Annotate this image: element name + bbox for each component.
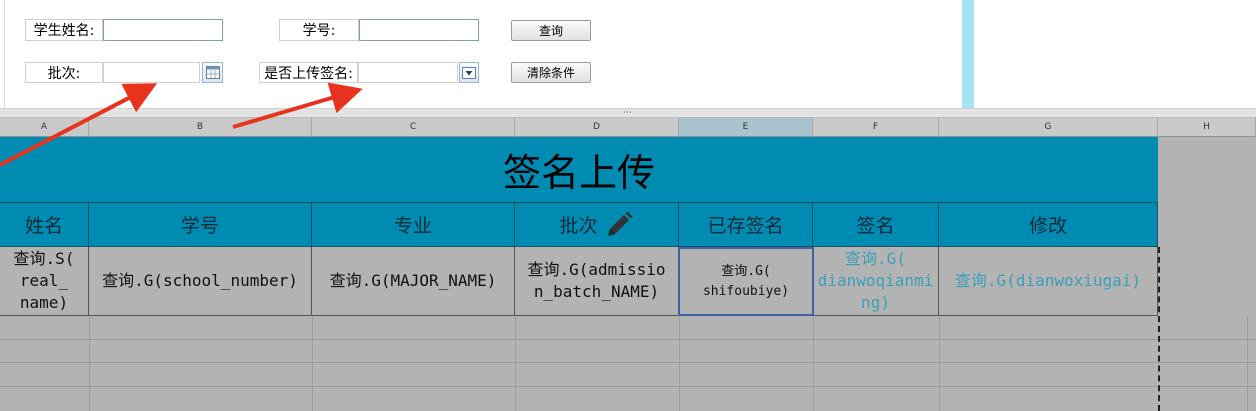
column-header-h[interactable]: H — [1158, 118, 1256, 137]
column-header-c[interactable]: C — [312, 118, 515, 137]
header-batch-label: 批次 — [559, 215, 598, 237]
student-name-label: 学生姓名: — [25, 19, 103, 41]
page-break-line — [1158, 247, 1160, 411]
cell-real-name[interactable]: 查询.S( real_ name) — [0, 247, 89, 316]
panel-divider-strip — [962, 0, 974, 108]
cell-shifoubiye-line: shifoubiye) — [702, 283, 790, 299]
col-gridline — [515, 316, 516, 411]
column-header-g[interactable]: G — [939, 118, 1158, 137]
cell-sign-link-line: dianwoqianmi — [817, 271, 934, 290]
cell-shifoubiye-line: 查询.G( — [721, 263, 771, 279]
student-id-input[interactable] — [359, 19, 479, 41]
batch-label: 批次: — [25, 62, 103, 83]
calendar-icon — [205, 66, 220, 79]
column-header-d[interactable]: D — [515, 118, 679, 137]
form-left-rule — [4, 0, 5, 108]
cell-sign-link-line: ng) — [861, 293, 890, 312]
student-id-label: 学号: — [279, 19, 359, 41]
header-saved-signature: 已存签名 — [679, 203, 813, 247]
row-gridline — [0, 362, 1256, 363]
col-gridline — [679, 316, 680, 411]
cell-real-name-line: real_ — [19, 271, 69, 290]
column-header-a[interactable]: A — [0, 118, 89, 137]
col-gridline — [939, 316, 940, 411]
column-header-e[interactable]: E — [679, 118, 813, 137]
panel-splitter[interactable]: ⋯ — [0, 108, 1256, 118]
header-student-id: 学号 — [89, 203, 312, 247]
cell-modify-link[interactable]: 查询.G(dianwoxiugai) — [939, 247, 1158, 316]
signature-uploaded-select[interactable] — [358, 62, 458, 83]
clear-conditions-button[interactable]: 清除条件 — [511, 62, 591, 83]
row-gridline — [0, 386, 1256, 387]
cell-admission-batch-line: 查询.G(admissio — [527, 260, 666, 279]
dropdown-button[interactable] — [459, 62, 479, 83]
cell-real-name-line: 查询.S( — [13, 249, 75, 268]
batch-input[interactable] — [103, 62, 200, 83]
col-gridline — [813, 316, 814, 411]
cell-school-number[interactable]: 查询.G(school_number) — [89, 247, 312, 316]
right-blank-panel — [974, 0, 1256, 108]
cell-sign-link-line: 查询.G( — [845, 249, 906, 268]
cell-admission-batch[interactable]: 查询.G(admissio n_batch_NAME) — [515, 247, 679, 316]
cell-major-name[interactable]: 查询.G(MAJOR_NAME) — [312, 247, 515, 316]
calendar-button[interactable] — [202, 62, 223, 83]
student-name-input[interactable] — [103, 19, 223, 41]
col-gridline — [1247, 316, 1248, 411]
col-gridline — [312, 316, 313, 411]
col-gridline — [89, 316, 90, 411]
header-major: 专业 — [312, 203, 515, 247]
header-name: 姓名 — [0, 203, 89, 247]
sheet-title: 签名上传 — [0, 137, 1158, 203]
cell-sign-link[interactable]: 查询.G( dianwoqianmi ng) — [813, 247, 939, 316]
header-signature: 签名 — [813, 203, 939, 247]
header-batch: 批次 — [515, 203, 679, 247]
splitter-grip[interactable]: ⋯ — [623, 108, 633, 118]
header-modify: 修改 — [939, 203, 1158, 247]
row-gridline — [0, 339, 1256, 340]
column-header-b[interactable]: B — [89, 118, 312, 137]
signature-uploaded-label: 是否上传签名: — [259, 62, 358, 83]
column-header-f[interactable]: F — [813, 118, 939, 137]
dropdown-arrow-icon — [462, 66, 476, 79]
pencil-icon — [607, 211, 632, 236]
cell-admission-batch-line: n_batch_NAME) — [533, 282, 660, 301]
cell-shifoubiye[interactable]: 查询.G( shifoubiye) — [678, 247, 814, 316]
query-button[interactable]: 查询 — [511, 20, 591, 41]
query-form-panel — [0, 0, 962, 108]
cell-real-name-line: name) — [19, 293, 69, 312]
